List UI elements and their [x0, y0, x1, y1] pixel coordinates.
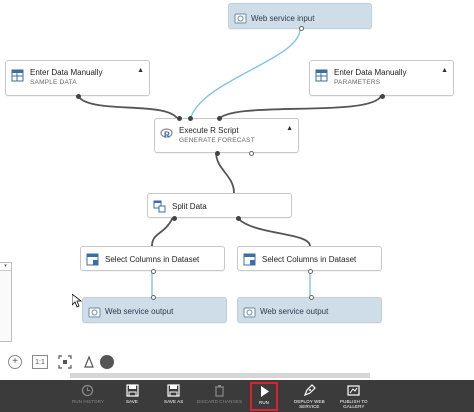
toolbar-label: DISCARD CHANGES	[197, 399, 243, 404]
collapse-caret-icon[interactable]: ▲	[441, 67, 448, 74]
table-icon	[11, 69, 24, 82]
fit-screen-icon	[58, 355, 72, 369]
fit-to-screen-button[interactable]	[58, 355, 72, 369]
minimap-button[interactable]	[82, 355, 96, 369]
web-service-output-module-1[interactable]: Web service output	[82, 295, 227, 323]
execute-r-script-module[interactable]: R Execute R Script GENERATE FORECAST ▲	[154, 116, 299, 156]
table-icon	[86, 253, 99, 266]
globe-icon	[243, 307, 256, 318]
minimap-icon	[84, 355, 94, 368]
web-service-output-module-2[interactable]: Web service output	[237, 295, 382, 323]
toolbar-label-line: GALLERY	[343, 404, 365, 409]
module-subtitle: SAMPLE DATA	[30, 79, 77, 86]
toolbar-label: DEPLOY WEB SERVICE	[294, 399, 325, 409]
save-button[interactable]: SAVE	[125, 383, 139, 410]
svg-text:R: R	[164, 131, 170, 140]
connector-data1-to-r	[77, 95, 179, 121]
clock-icon	[82, 384, 94, 396]
experiment-canvas[interactable]: Web service input Enter Data Manually SA…	[0, 0, 474, 380]
output-port[interactable]	[172, 216, 177, 221]
output-port[interactable]	[380, 94, 385, 99]
r-logo-icon: R	[160, 128, 173, 140]
enter-data-parameters-module[interactable]: Enter Data Manually PARAMETERS ▲	[309, 60, 454, 99]
zoom-actual-size-button[interactable]: 1:1	[32, 355, 48, 369]
table-icon	[315, 69, 328, 82]
module-title: Web service output	[105, 307, 174, 316]
input-port[interactable]	[177, 116, 182, 121]
run-history-button[interactable]: RUN HISTORY	[72, 383, 104, 410]
toggle-switch[interactable]	[100, 355, 114, 369]
connections-layer	[77, 28, 382, 297]
toolbar-label: RUN	[258, 400, 270, 405]
trash-icon	[215, 384, 225, 397]
publish-to-gallery-button[interactable]: PUBLISH TO GALLERY	[340, 383, 368, 410]
select-columns-module-1[interactable]: Select Columns in Dataset	[80, 246, 225, 274]
module-title: Execute R Script	[179, 126, 239, 135]
split-data-module[interactable]: Split Data	[147, 193, 292, 221]
module-title: Select Columns in Dataset	[105, 255, 200, 264]
globe-icon	[88, 307, 101, 318]
zoom-in-button[interactable]: +	[8, 355, 22, 369]
enter-data-sample-module[interactable]: Enter Data Manually SAMPLE DATA ▲	[5, 60, 150, 99]
collapse-caret-icon[interactable]: ▲	[286, 125, 293, 132]
table-icon	[243, 253, 256, 266]
bottom-toolbar: RUN HISTORY SAVE SAVE AS DISCARD CHANGES…	[0, 380, 474, 412]
connector-split-to-select2	[236, 216, 311, 247]
output-port[interactable]	[76, 94, 81, 99]
input-port[interactable]	[151, 295, 156, 300]
toolbar-label: SAVE	[125, 399, 139, 404]
run-button[interactable]: RUN	[250, 382, 278, 411]
web-service-input-module[interactable]: Web service input	[228, 3, 372, 31]
save-as-button[interactable]: SAVE AS	[164, 383, 183, 410]
select-columns-module-2[interactable]: Select Columns in Dataset	[237, 246, 382, 274]
output-port[interactable]	[215, 151, 220, 156]
globe-icon	[234, 13, 247, 24]
module-title: Enter Data Manually	[30, 68, 103, 77]
collapse-caret-icon[interactable]: ▲	[137, 67, 144, 74]
toolbar-label: SAVE AS	[164, 399, 184, 404]
connector-r-to-split	[215, 151, 235, 194]
play-icon	[260, 385, 269, 397]
output-port[interactable]	[236, 216, 241, 221]
toolbar-label: RUN HISTORY	[72, 399, 104, 404]
module-subtitle: PARAMETERS	[334, 79, 381, 86]
properties-panel-edge[interactable]: ▾	[0, 262, 12, 342]
input-port[interactable]	[217, 116, 222, 121]
connector-split-to-select1	[151, 216, 174, 247]
toolbar-label-line: SERVICE	[299, 404, 320, 409]
module-subtitle: GENERATE FORECAST	[179, 137, 255, 144]
input-port[interactable]	[309, 295, 314, 300]
connector-ws-input-to-r	[189, 28, 301, 121]
floppy-disk-icon	[125, 383, 139, 397]
module-title: Enter Data Manually	[334, 68, 407, 77]
mouse-cursor-icon	[72, 294, 82, 308]
pen-icon	[303, 383, 316, 396]
connector-data2-to-r	[217, 95, 382, 121]
toolbar-label: PUBLISH TO GALLERY	[340, 399, 368, 409]
gallery-icon	[347, 384, 360, 396]
panel-collapse-icon[interactable]: ▾	[0, 263, 11, 271]
zoom-controls: + 1:1	[8, 354, 114, 370]
module-title: Web service input	[251, 14, 315, 23]
module-title: Split Data	[172, 202, 207, 211]
output-port[interactable]	[249, 151, 254, 156]
output-port[interactable]	[308, 269, 313, 274]
horizontal-scrollbar[interactable]	[70, 373, 370, 378]
deploy-web-service-button[interactable]: DEPLOY WEB SERVICE	[294, 383, 325, 410]
floppy-disk-icon	[167, 383, 180, 397]
output-port[interactable]	[151, 269, 156, 274]
discard-changes-button[interactable]: DISCARD CHANGES	[197, 383, 242, 410]
module-title: Web service output	[260, 307, 329, 316]
split-icon	[153, 200, 166, 213]
input-port[interactable]	[188, 116, 193, 121]
output-port[interactable]	[299, 26, 304, 31]
module-title: Select Columns in Dataset	[262, 255, 357, 264]
